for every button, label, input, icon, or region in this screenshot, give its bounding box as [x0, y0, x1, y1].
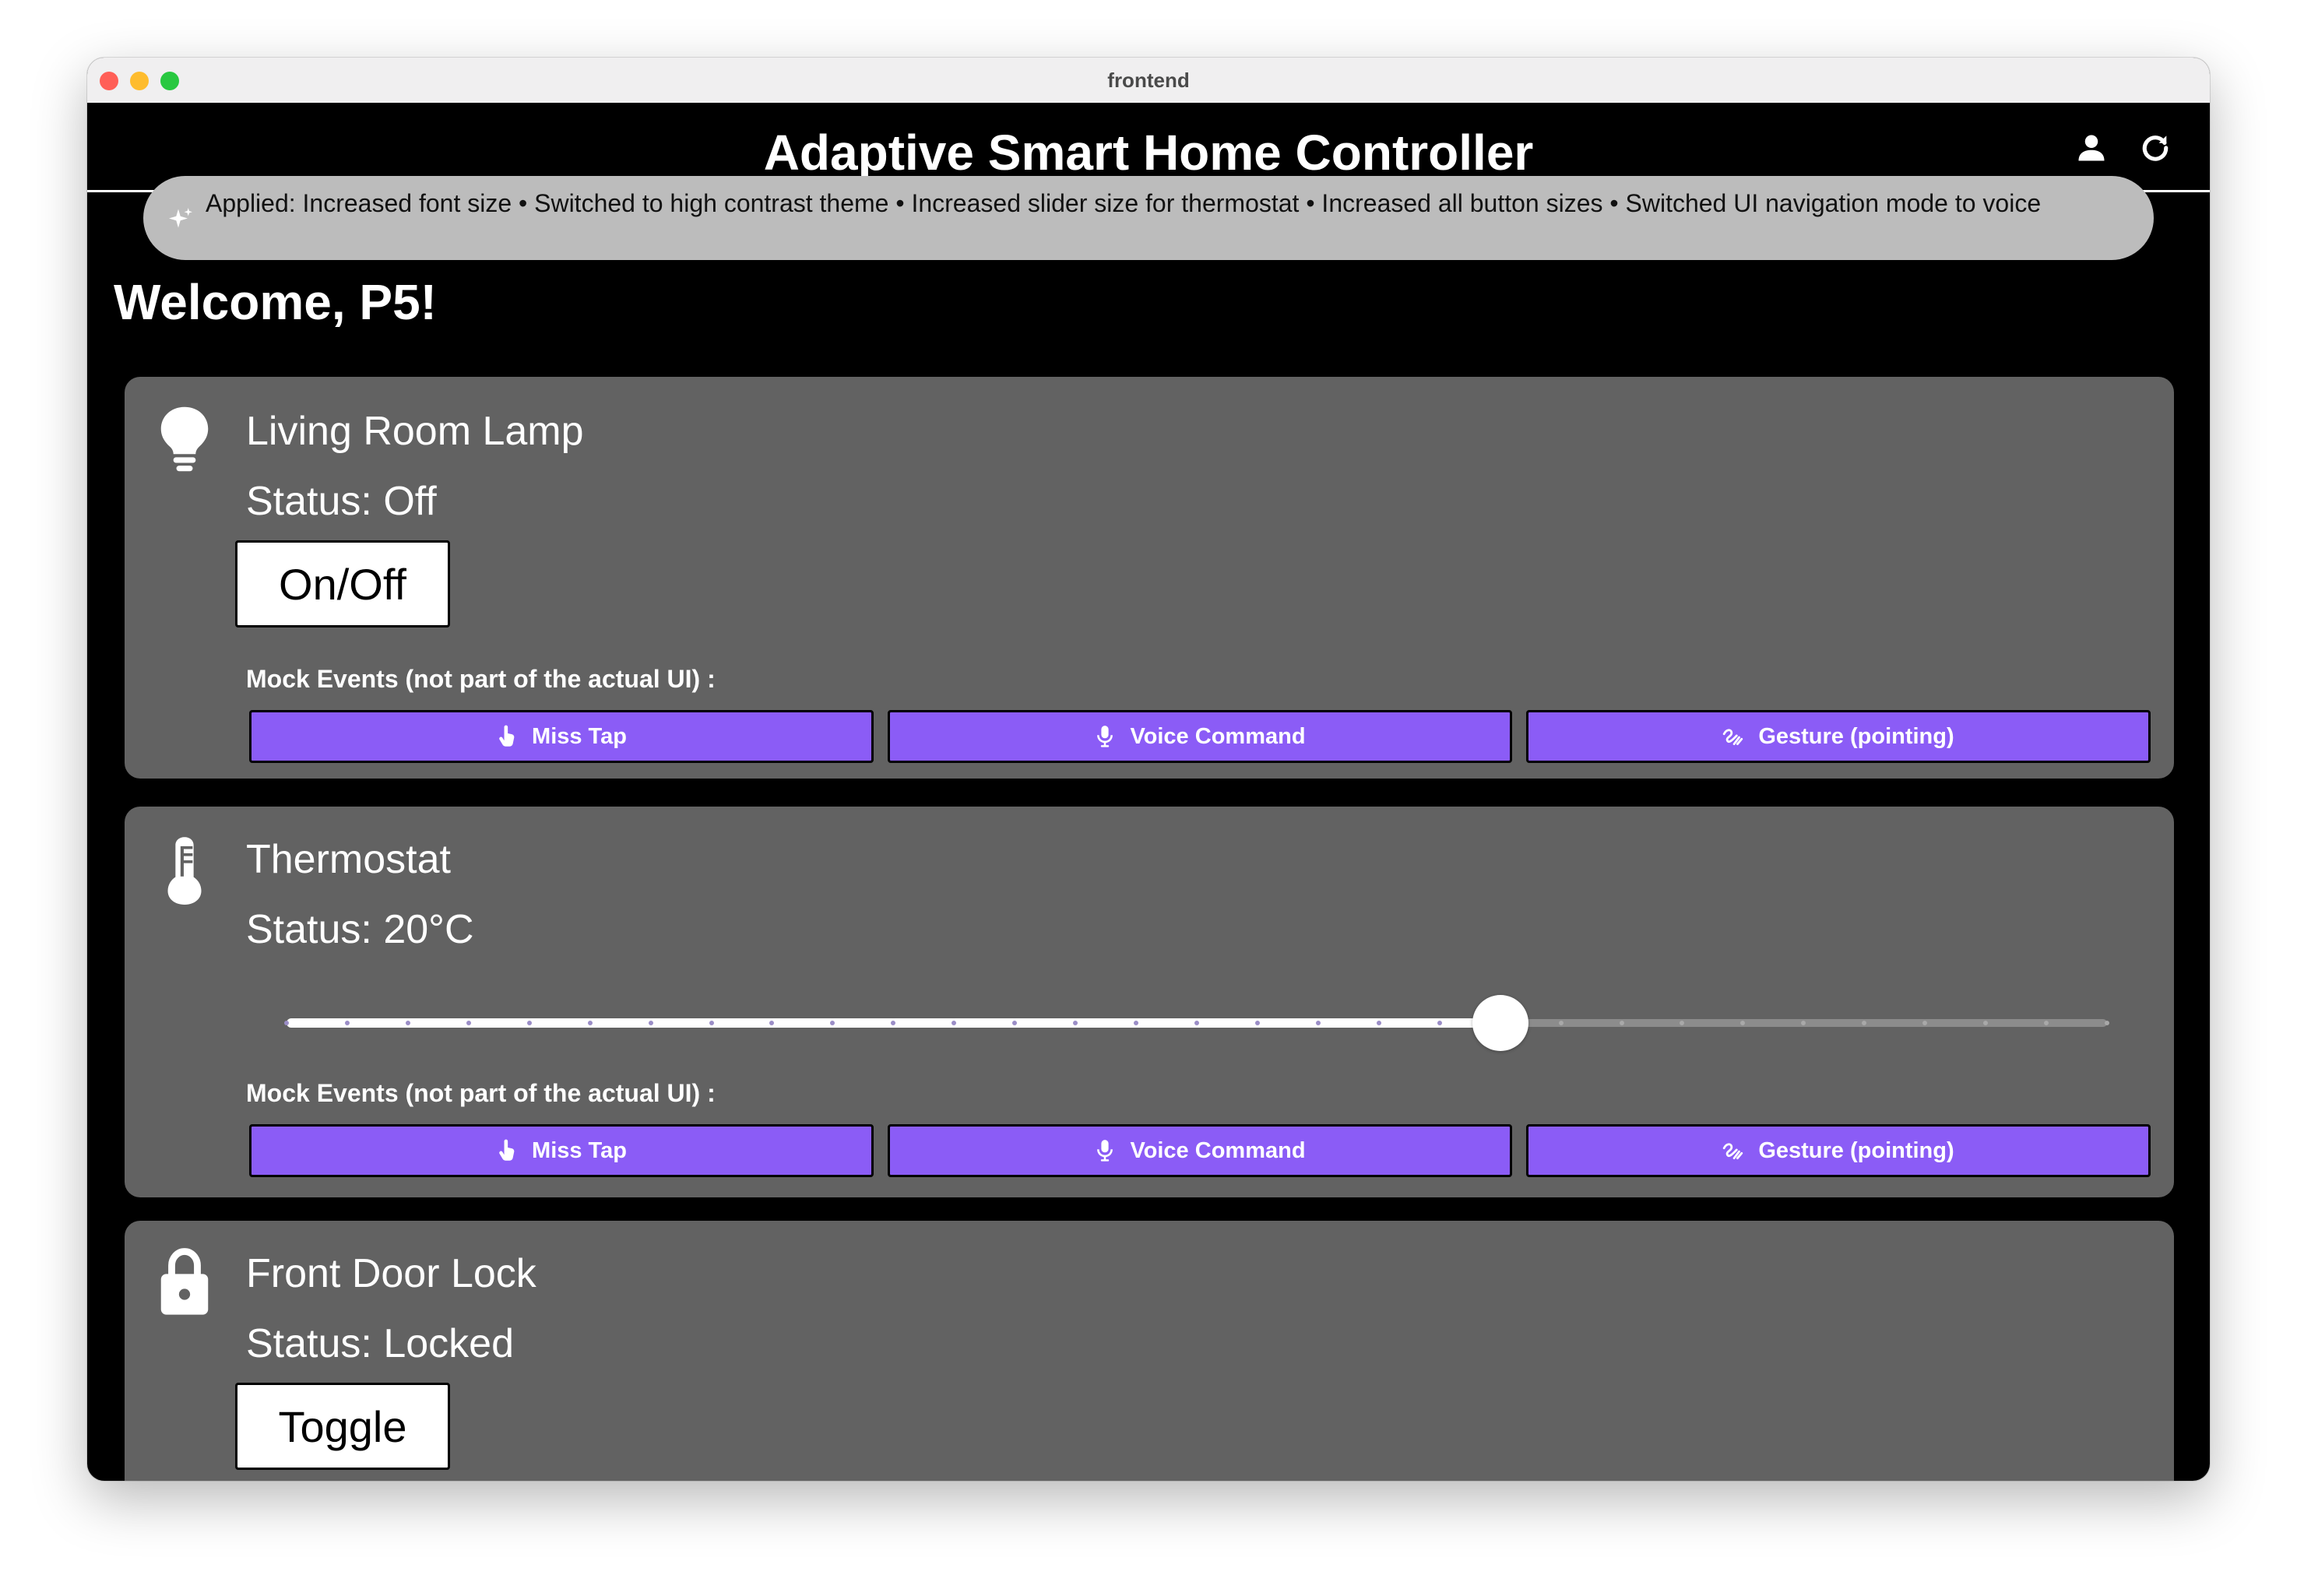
thermostat-slider[interactable] — [284, 992, 2109, 1054]
window-title: frontend — [1107, 69, 1190, 92]
device-status: Status: Locked — [246, 1321, 514, 1366]
device-status: Status: 20°C — [246, 907, 474, 952]
tap-icon — [499, 725, 515, 747]
miss-tap-button[interactable]: Miss Tap — [249, 1124, 874, 1177]
tap-icon — [499, 1139, 515, 1161]
device-card-lamp: Living Room Lamp Status: Off On/Off Mock… — [125, 377, 2174, 779]
app-window: frontend Adaptive Smart Home Controller … — [87, 58, 2210, 1481]
device-name: Front Door Lock — [246, 1251, 536, 1296]
slider-thumb[interactable] — [1472, 995, 1528, 1051]
lock-icon — [160, 1248, 209, 1315]
mock-events-label: Mock Events (not part of the actual UI) … — [246, 1079, 716, 1107]
microphone-icon — [1097, 1140, 1113, 1162]
miss-tap-label: Miss Tap — [532, 1137, 627, 1163]
adaptation-banner-text: Applied: Increased font size • Switched … — [206, 189, 2042, 217]
slider-tick — [284, 1021, 289, 1025]
slider-tick — [1194, 1021, 1199, 1025]
slider-tick — [709, 1021, 714, 1025]
lock-toggle-button[interactable]: Toggle — [235, 1383, 450, 1470]
thermometer-icon — [167, 837, 202, 905]
slider-tick — [466, 1021, 471, 1025]
gesture-icon — [1723, 729, 1743, 746]
gesture-pointing-button[interactable]: Gesture (pointing) — [1526, 710, 2151, 763]
slider-tick — [526, 1021, 532, 1025]
device-name: Living Room Lamp — [246, 409, 584, 454]
welcome-heading: Welcome, P5! — [114, 274, 437, 330]
voice-command-button[interactable]: Voice Command — [888, 710, 1512, 763]
miss-tap-label: Miss Tap — [532, 723, 627, 749]
slider-tick — [2105, 1021, 2109, 1025]
slider-tick — [1558, 1021, 1564, 1025]
slider-tick — [587, 1021, 593, 1025]
device-card-thermostat: Thermostat Status: 20°C Mock Events (not… — [125, 807, 2174, 1197]
slider-tick — [405, 1021, 410, 1025]
gesture-label: Gesture (pointing) — [1758, 723, 1954, 749]
gesture-label: Gesture (pointing) — [1758, 1137, 1954, 1163]
user-icon[interactable] — [2074, 131, 2109, 165]
slider-tick — [1376, 1021, 1381, 1025]
slider-tick — [1254, 1021, 1260, 1025]
sparkle-icon — [169, 208, 192, 228]
gesture-icon — [1723, 1143, 1743, 1160]
slider-tick — [648, 1021, 653, 1025]
microphone-icon — [1097, 726, 1113, 747]
device-card-lock: Front Door Lock Status: Locked Toggle — [125, 1221, 2174, 1481]
slider-tick — [1437, 1021, 1442, 1025]
slider-tick — [344, 1021, 350, 1025]
voice-command-label: Voice Command — [1130, 1137, 1306, 1163]
slider-tick — [1315, 1021, 1321, 1025]
device-name: Thermostat — [246, 837, 451, 882]
refresh-icon[interactable] — [2138, 131, 2172, 165]
slider-tick — [1619, 1021, 1624, 1025]
adaptation-banner: Applied: Increased font size • Switched … — [143, 176, 2154, 260]
device-status: Status: Off — [246, 479, 437, 524]
window-titlebar: frontend — [87, 58, 2210, 104]
voice-command-button[interactable]: Voice Command — [888, 1124, 1512, 1177]
lamp-on-off-button[interactable]: On/Off — [235, 540, 450, 628]
voice-command-label: Voice Command — [1130, 723, 1306, 749]
app-title: Adaptive Smart Home Controller — [763, 125, 1534, 181]
miss-tap-button[interactable]: Miss Tap — [249, 710, 874, 763]
lightbulb-icon — [160, 406, 209, 472]
mock-events-label: Mock Events (not part of the actual UI) … — [246, 665, 716, 693]
gesture-pointing-button[interactable]: Gesture (pointing) — [1526, 1124, 2151, 1177]
